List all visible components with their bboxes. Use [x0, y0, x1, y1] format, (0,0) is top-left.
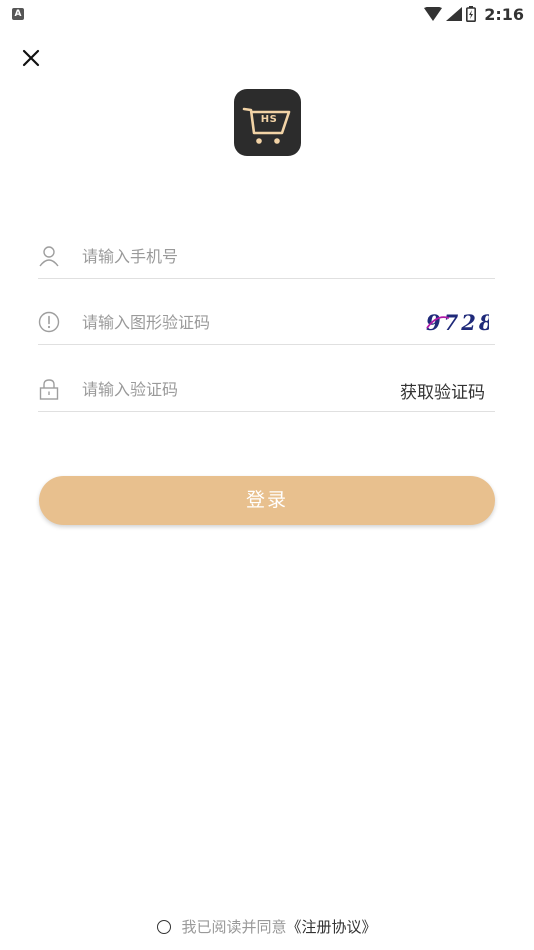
- agreement-text: 我已阅读并同意: [181, 918, 287, 936]
- wifi-icon: [424, 7, 443, 21]
- signal-icon: [446, 7, 463, 21]
- battery-icon: [466, 6, 477, 22]
- sms-code-field: 获取验证码: [38, 367, 495, 412]
- close-button[interactable]: [19, 46, 43, 70]
- login-button[interactable]: 登录: [39, 476, 495, 525]
- info-icon: [38, 311, 60, 333]
- login-page: A 2:16 HS 请输入手机号 请输入图形验证码 972 请输入验证码 获取验…: [0, 0, 534, 950]
- phone-field: [38, 234, 495, 279]
- sms-code-input[interactable]: [82, 376, 382, 402]
- close-icon: [22, 49, 40, 67]
- logo-text: HS: [260, 114, 278, 125]
- captcha-image[interactable]: 9728: [423, 306, 489, 338]
- agreement-link[interactable]: 《注册协议》: [287, 918, 377, 936]
- lock-icon: [39, 379, 59, 400]
- user-icon: [39, 246, 59, 267]
- status-icons: 2:16: [424, 4, 524, 24]
- app-logo: HS: [234, 89, 301, 156]
- phone-input[interactable]: [82, 243, 382, 269]
- captcha-field: 9728: [38, 300, 495, 345]
- get-code-button[interactable]: 获取验证码: [400, 378, 485, 403]
- status-time: 2:16: [484, 4, 524, 24]
- captcha-input[interactable]: [82, 309, 382, 335]
- agree-radio[interactable]: [157, 920, 172, 934]
- agreement: 我已阅读并同意《注册协议》: [0, 916, 534, 937]
- captcha-text: 9728: [426, 310, 489, 335]
- notification-icon: A: [12, 8, 24, 20]
- status-bar: A 2:16: [0, 0, 534, 28]
